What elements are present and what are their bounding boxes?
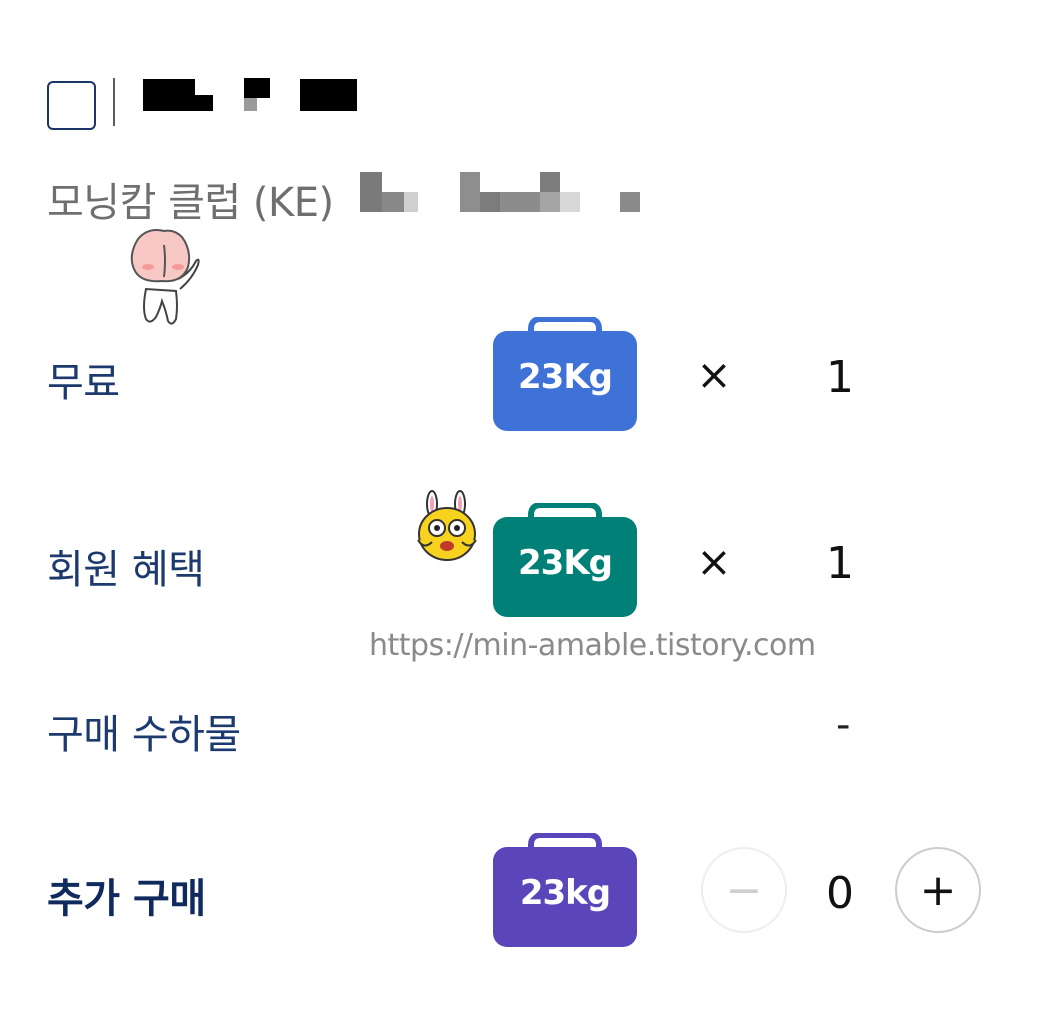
member-bag-weight: 23Kg (518, 543, 613, 583)
extra-bag-weight: 23kg (519, 873, 611, 913)
free-multiply-sign: × (696, 350, 732, 399)
extra-bag-icon: 23kg (493, 833, 637, 947)
member-multiply-sign: × (696, 537, 732, 586)
watermark-url: https://min-amable.tistory.com (369, 628, 816, 663)
divider (113, 78, 115, 126)
peach-character-sticker-icon (126, 225, 206, 329)
plus-icon: + (919, 864, 957, 916)
free-bag-weight: 23Kg (518, 357, 613, 397)
decrease-quantity-button[interactable]: − (701, 847, 787, 933)
member-bag-icon: 23Kg (493, 503, 637, 617)
purchased-baggage-value: - (836, 702, 851, 748)
club-membership-label: 모닝캄 클럽 (KE) (47, 180, 334, 226)
passenger-checkbox[interactable] (47, 81, 96, 130)
member-benefit-label: 회원 혜택 (47, 547, 205, 593)
free-baggage-count: 1 (826, 352, 854, 403)
free-baggage-label: 무료 (47, 360, 120, 406)
free-bag-icon: 23Kg (493, 317, 637, 431)
extra-purchase-label: 추가 구매 (47, 876, 206, 922)
increase-quantity-button[interactable]: + (895, 847, 981, 933)
redacted-member-number (358, 172, 648, 214)
member-baggage-count: 1 (826, 538, 854, 589)
purchased-baggage-label: 구매 수하물 (47, 712, 241, 758)
minus-icon: − (725, 864, 763, 916)
bunny-character-sticker-icon (414, 490, 480, 564)
extra-baggage-count: 0 (826, 868, 854, 919)
redacted-passenger-name (140, 78, 360, 114)
